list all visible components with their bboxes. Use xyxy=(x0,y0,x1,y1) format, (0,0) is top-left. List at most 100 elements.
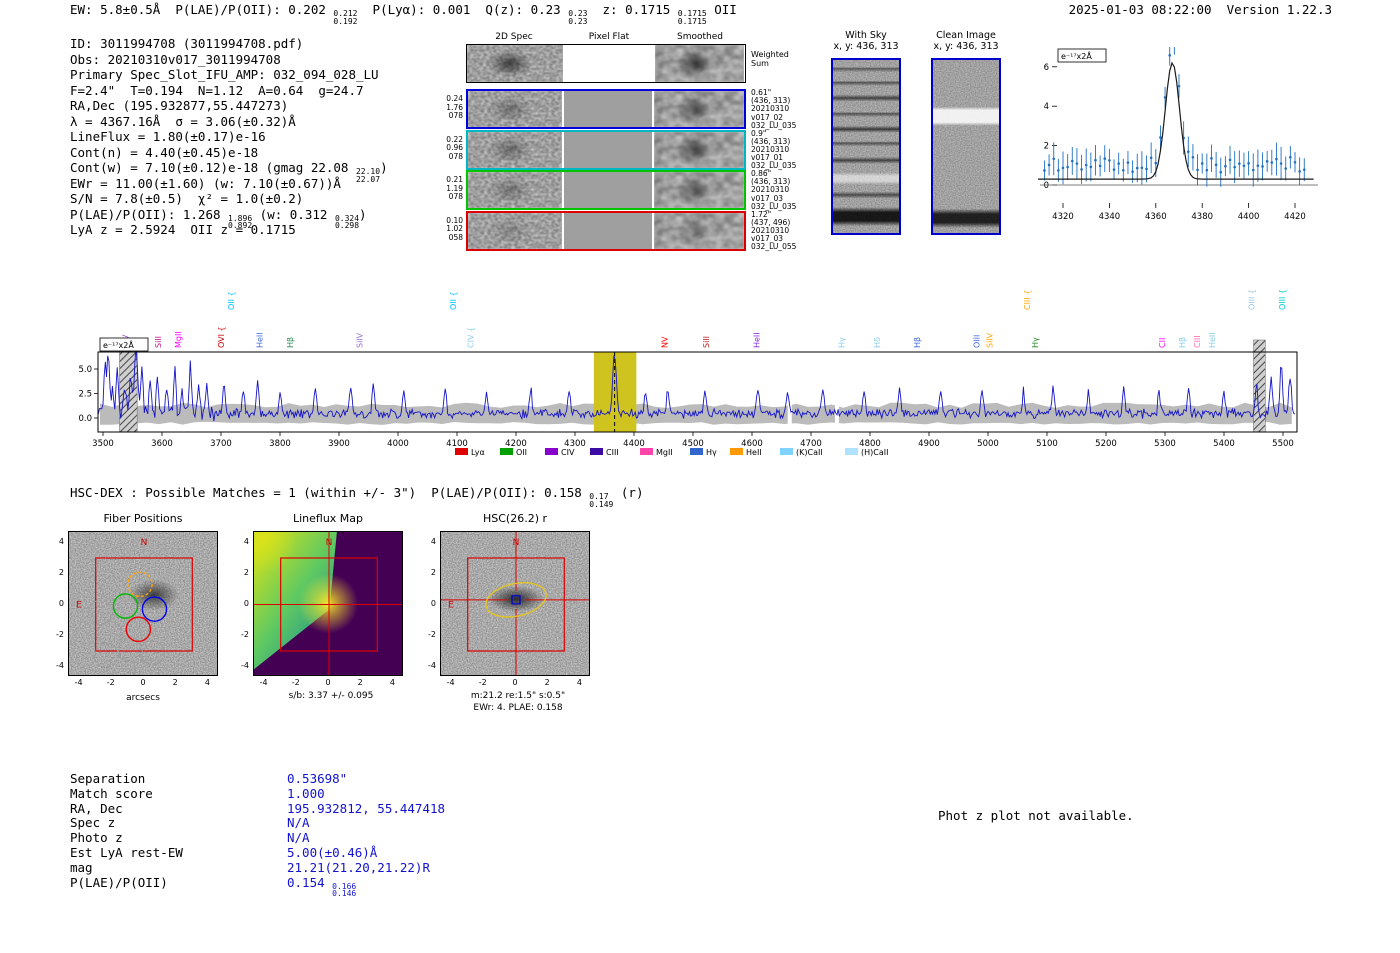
x-tick-label: 4 xyxy=(576,678,582,687)
info-line: ID: 3011994708 (3011994708.pdf) xyxy=(70,36,388,52)
data-point xyxy=(1284,167,1288,170)
line-marker: Hδ xyxy=(873,337,882,348)
fiber-row-right-label: 0.86" (436, 313) 20210310 v017_03 032_LU_035 xyxy=(751,169,797,211)
fiber-row-right-label: 0.61" (436, 313) 20210310 v017_02 032_LU_035 xyxy=(751,88,797,130)
weighted-sum-row xyxy=(466,44,746,83)
text-segment: ID: 3011994708 (3011994708.pdf) xyxy=(70,36,304,51)
fiber-positions-cutout: Fiber Positions NE arcsecs -4 -4 -2 -2 0 0 2 2 4… xyxy=(40,512,252,717)
line-marker: HeII xyxy=(255,332,264,348)
y-tick-label: 2 xyxy=(430,567,436,577)
lineflux-title: Lineflux Map xyxy=(292,512,364,525)
strip-smooth xyxy=(654,91,744,127)
fiber-circle-gray xyxy=(133,659,159,675)
line-marker: CIV { xyxy=(467,327,476,348)
strip-white xyxy=(563,45,655,82)
x-tick-label: 3900 xyxy=(328,439,350,449)
weighted-sum-label: Weighted Sum xyxy=(751,50,789,68)
table-value: N/A xyxy=(287,830,310,845)
data-point xyxy=(1279,162,1283,165)
legend-label: Hγ xyxy=(706,448,717,457)
x-tick-label: 4420 xyxy=(1284,212,1306,222)
y-tick-label: 4 xyxy=(430,536,436,546)
data-point xyxy=(1126,161,1130,164)
weighted-label-line1: Weighted xyxy=(751,50,789,59)
table-value: N/A xyxy=(287,815,310,830)
y-tick-label: 0 xyxy=(1044,181,1049,191)
x-tick-label: 2 xyxy=(544,678,550,687)
sky-panels: With Sky x, y: 436, 313 Clean Image x, y… xyxy=(820,28,1020,243)
emission-blob xyxy=(486,48,535,79)
line-marker: OVI { xyxy=(217,326,226,348)
fiber-circle xyxy=(125,616,152,643)
clean-coords: x, y: 436, 313 xyxy=(933,41,999,52)
y-tick-label: 0 xyxy=(430,598,436,608)
info-line: P(LAE)/P(OII): 1.268 1.896 0.892 (w: 0.31… xyxy=(70,207,388,230)
data-point xyxy=(1251,168,1255,172)
data-point xyxy=(1298,170,1301,173)
text-segment: 1.000 xyxy=(287,785,325,801)
svg-text:e⁻¹⁷x2Å: e⁻¹⁷x2Å xyxy=(103,339,134,350)
summary-topline: EW: 5.8±0.5Å P(LAE)/P(OII): 0.202 0.212 0… xyxy=(70,2,737,25)
x-tick-label: 5000 xyxy=(977,439,999,449)
x-tick-label: 3700 xyxy=(210,439,232,449)
zoom-plot: 4320 4340 4360 4380 4400 4420 0 2 4 6 e⁻¹⁷x2Å xyxy=(1038,47,1318,222)
info-line: RA,Dec (195.932877,55.447273) xyxy=(70,98,388,114)
table-row: P(LAE)/P(OII) 0.154 0.166 0.146 xyxy=(70,875,445,898)
text-segment: (r) xyxy=(613,485,644,500)
text-segment: Primary Spec_Slot_IFU_AMP: 032_094_028_L… xyxy=(70,67,379,82)
text-segment: LineFlux = 1.80(±0.17)e-16 xyxy=(70,129,266,144)
text-segment: F=2.4" T=0.194 N=1.12 A=0.64 g=24.7 xyxy=(70,82,364,98)
table-value: 5.00(±0.46)Å xyxy=(287,845,377,860)
x-tick-label: 4380 xyxy=(1191,212,1213,222)
data-point xyxy=(1228,158,1232,162)
y-tick-label: -2 xyxy=(56,629,64,639)
table-row: RA, Dec 195.932812, 55.447418 xyxy=(70,800,446,817)
stacked-uncertainty: 0.212 0.192 xyxy=(333,9,358,26)
strip-smooth xyxy=(655,45,744,82)
data-point xyxy=(1214,163,1218,167)
data-point xyxy=(1275,157,1278,161)
timestamp: 2025-01-03 08:22:00 Version 1.22.3 xyxy=(1068,2,1332,17)
text-segment: 195.932812, 55.447418 xyxy=(287,800,446,816)
emission-blob xyxy=(672,94,717,124)
line-marker: CII xyxy=(1158,338,1167,348)
data-point xyxy=(1084,163,1088,167)
table-label: mag xyxy=(70,859,93,875)
line-marker: HeII xyxy=(1208,332,1217,348)
x-tick-label: -2 xyxy=(106,678,115,687)
text-segment: 0.53698" xyxy=(287,771,348,786)
table-label: Photo z xyxy=(70,830,123,846)
text-segment: Obs: 20210310v017_3011994708 xyxy=(70,51,281,67)
text-segment: Cont(w) = 7.10(±0.12)e-18 (gmag 22.08 xyxy=(70,160,356,175)
hsc-plot: NE xyxy=(440,531,590,676)
table-value: 0.53698" xyxy=(287,771,347,786)
text-segment: 21.21(21.20,21.22)R xyxy=(287,859,430,875)
strip-noise xyxy=(468,91,562,127)
y-tick-label: -4 xyxy=(56,660,64,670)
line-marker: HeII xyxy=(753,332,762,348)
text-segment: ) xyxy=(380,160,388,175)
table-row: Est LyA rest-EW 5.00(±0.46)Å xyxy=(70,845,445,861)
x-tick-label: 0 xyxy=(140,678,146,687)
x-tick-label: 5500 xyxy=(1272,439,1294,449)
fiber-row-left-label: 0.10 1.02 058 xyxy=(446,215,463,242)
legend-swatch xyxy=(455,448,468,455)
fiber-circle xyxy=(127,571,153,598)
info-line: Primary Spec_Slot_IFU_AMP: 032_094_028_L… xyxy=(70,67,388,83)
legend-swatch xyxy=(845,448,858,455)
data-point xyxy=(1168,54,1172,57)
info-line: S/N = 7.8(±0.5) χ² = 1.0(±0.2) xyxy=(70,191,388,207)
x-tick-label: 4320 xyxy=(1052,212,1074,222)
text-segment: N/A xyxy=(287,830,310,846)
legend-swatch xyxy=(690,448,703,455)
data-point xyxy=(1205,168,1209,172)
table-label: Match score xyxy=(70,785,153,801)
hsc-caption-1: m:21.2 re:1.5" s:0.5" xyxy=(470,691,566,701)
sky-bands xyxy=(933,60,999,233)
fiber-row-right-label: 0.9" (436, 313) 20210310 v017_01 032_LU_035 xyxy=(751,128,797,171)
data-point xyxy=(1094,158,1097,162)
svg-text:e⁻¹⁷x2Å: e⁻¹⁷x2Å xyxy=(1061,50,1092,61)
fiber-circle-gray xyxy=(100,575,126,601)
x-tick-label: 4400 xyxy=(1238,212,1260,222)
legend-label: CIII xyxy=(606,448,619,457)
